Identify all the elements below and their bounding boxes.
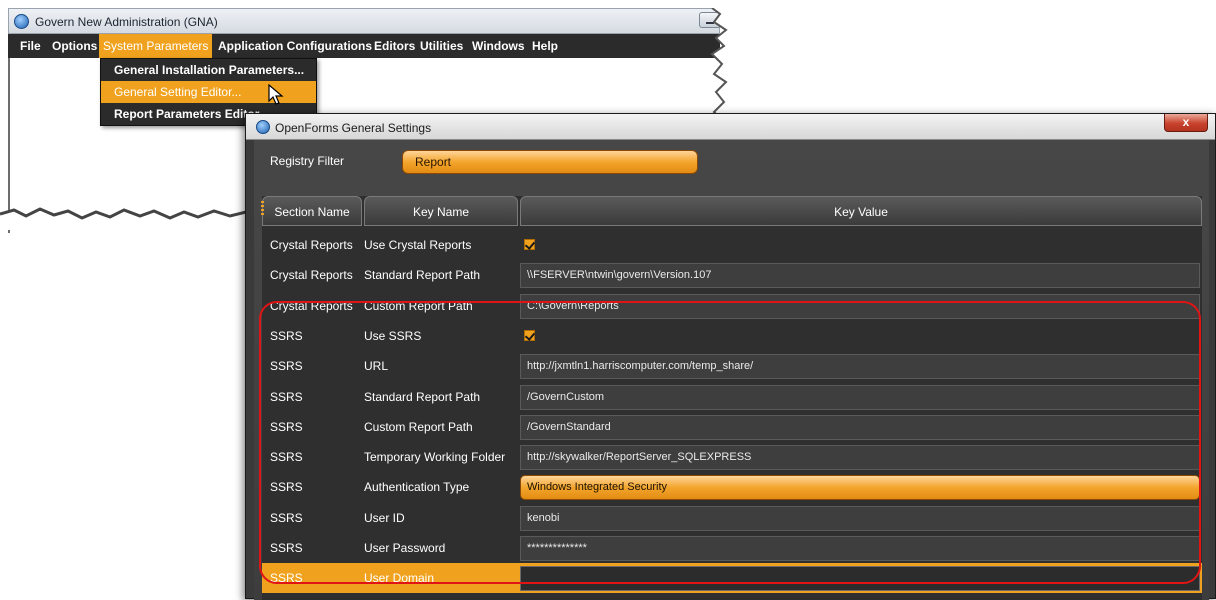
gna-menubar: File Options System Parameters Applicati…	[8, 34, 720, 58]
table-row[interactable]: SSRS User Password **************	[262, 533, 1202, 563]
section-name-cell: SSRS	[270, 419, 303, 434]
key-name-cell: User Domain	[364, 571, 435, 586]
key-name-cell: Use Crystal Reports	[364, 238, 472, 252]
table-row[interactable]: SSRS User Domain	[262, 563, 1202, 594]
settings-content: Registry Filter Report Section Name Key …	[254, 140, 1209, 600]
section-name-cell: SSRS	[270, 359, 303, 374]
key-name-cell: Authentication Type	[364, 480, 470, 495]
menu-editors[interactable]: Editors	[370, 34, 419, 58]
key-value-cell	[524, 230, 535, 260]
column-header-label: Key Name	[412, 205, 470, 219]
key-name-cell: Temporary Working Folder	[364, 450, 506, 465]
checkbox-checked-icon[interactable]	[524, 329, 535, 341]
section-name-cell: SSRS	[270, 541, 303, 555]
key-name-cell: User ID	[364, 510, 405, 525]
menu-help[interactable]: Help	[528, 34, 562, 58]
registry-filter-label: Registry Filter	[270, 154, 345, 168]
key-value-input[interactable]: http://skywalker/ReportServer_SQLEXPRESS	[520, 445, 1200, 471]
key-value-input[interactable]: \\FSERVER\ntwin\govern\Version.107	[520, 263, 1200, 289]
openforms-settings-window: OpenForms General Settings x Registry Fi…	[245, 113, 1216, 600]
menu-utilities[interactable]: Utilities	[416, 34, 467, 58]
key-name-cell: Use SSRS	[364, 328, 422, 343]
table-row[interactable]: SSRS URL http://jxmtln1.harriscomputer.com…	[262, 351, 1202, 381]
key-value-dropdown[interactable]: Windows Integrated Security	[520, 475, 1200, 501]
key-name-cell: Standard Report Path	[364, 268, 481, 283]
key-value-input[interactable]: http://jxmtln1.harriscomputer.com/temp_s…	[520, 354, 1200, 380]
key-value-cell	[524, 321, 535, 351]
gna-titlebar: Govern New Administration (GNA)	[8, 8, 721, 34]
menu-windows[interactable]: Windows	[468, 34, 529, 58]
key-name-cell: Custom Report Path	[364, 298, 473, 313]
menu-options[interactable]: Options	[48, 34, 101, 58]
key-value-input[interactable]: kenobi	[520, 505, 1200, 531]
settings-grid: Section Name Key Name Key Value Crystal …	[261, 196, 1202, 600]
key-value-input[interactable]: /GovernCustom	[520, 384, 1200, 410]
column-header-section-name[interactable]: Section Name	[261, 196, 362, 226]
settings-window-title: OpenForms General Settings	[275, 121, 432, 135]
torn-edge-bottom	[0, 207, 260, 230]
checkbox-checked-icon[interactable]	[524, 239, 535, 250]
section-name-cell: SSRS	[270, 571, 303, 586]
table-row[interactable]: Crystal Reports Use Crystal Reports	[262, 230, 1202, 260]
app-logo-icon	[256, 120, 270, 134]
mouse-cursor-icon	[268, 84, 284, 105]
key-value-input[interactable]: C:\Govern\Reports	[520, 293, 1200, 319]
table-row[interactable]: SSRS Authentication Type Windows Integrate…	[262, 472, 1202, 502]
menu-file[interactable]: File	[16, 34, 45, 58]
table-row[interactable]: Crystal Reports Standard Report Path \\FSE…	[262, 260, 1202, 290]
section-name-cell: SSRS	[270, 389, 303, 404]
section-name-cell: Crystal Reports	[270, 268, 353, 283]
key-value-input[interactable]	[520, 566, 1200, 592]
key-name-cell: Standard Report Path	[364, 389, 481, 404]
table-row[interactable]: SSRS Standard Report Path/GovernCustom	[262, 382, 1202, 412]
menu-system-parameters[interactable]: System Parameters	[99, 34, 213, 58]
menu-application-configurations[interactable]: Application Configurations	[214, 34, 376, 58]
section-name-cell: SSRS	[270, 450, 303, 465]
column-grip-icon	[261, 201, 264, 215]
key-name-cell: User Password	[364, 541, 446, 555]
menu-item-general-installation-parameters[interactable]: General Installation Parameters...	[101, 59, 316, 81]
column-header-key-value[interactable]: Key Value	[520, 196, 1202, 226]
section-name-cell: SSRS	[270, 328, 303, 343]
app-logo-icon	[14, 14, 29, 29]
section-name-cell: Crystal Reports	[270, 298, 353, 313]
key-value-input[interactable]: /GovernStandard	[520, 414, 1200, 440]
key-name-cell: URL	[364, 359, 389, 374]
torn-edge-right	[710, 8, 740, 118]
section-name-cell: Crystal Reports	[270, 238, 353, 252]
section-name-cell: SSRS	[270, 510, 303, 525]
registry-filter-dropdown[interactable]: Report	[402, 150, 698, 174]
table-row[interactable]: SSRS Custom Report Path/GovernStandard	[262, 412, 1202, 442]
table-row[interactable]: SSRS Temporary Working Folder http://skywa…	[262, 442, 1202, 472]
column-header-label: Section Name	[274, 205, 350, 219]
column-header-label: Key Value	[834, 205, 888, 219]
key-value-input[interactable]: **************	[520, 536, 1200, 561]
table-row[interactable]: SSRS Use SSRS	[262, 321, 1202, 351]
section-name-cell: SSRS	[270, 480, 303, 495]
column-header-key-name[interactable]: Key Name	[364, 196, 518, 226]
key-name-cell: Custom Report Path	[364, 419, 473, 434]
gna-window-title: Govern New Administration (GNA)	[35, 15, 218, 29]
close-button[interactable]: x	[1164, 114, 1208, 132]
table-row[interactable]: SSRS User ID kenobi	[262, 503, 1202, 533]
table-row[interactable]: Crystal Reports Custom Report Path C:\Gove…	[262, 291, 1202, 321]
settings-titlebar: OpenForms General Settings	[246, 114, 1215, 140]
